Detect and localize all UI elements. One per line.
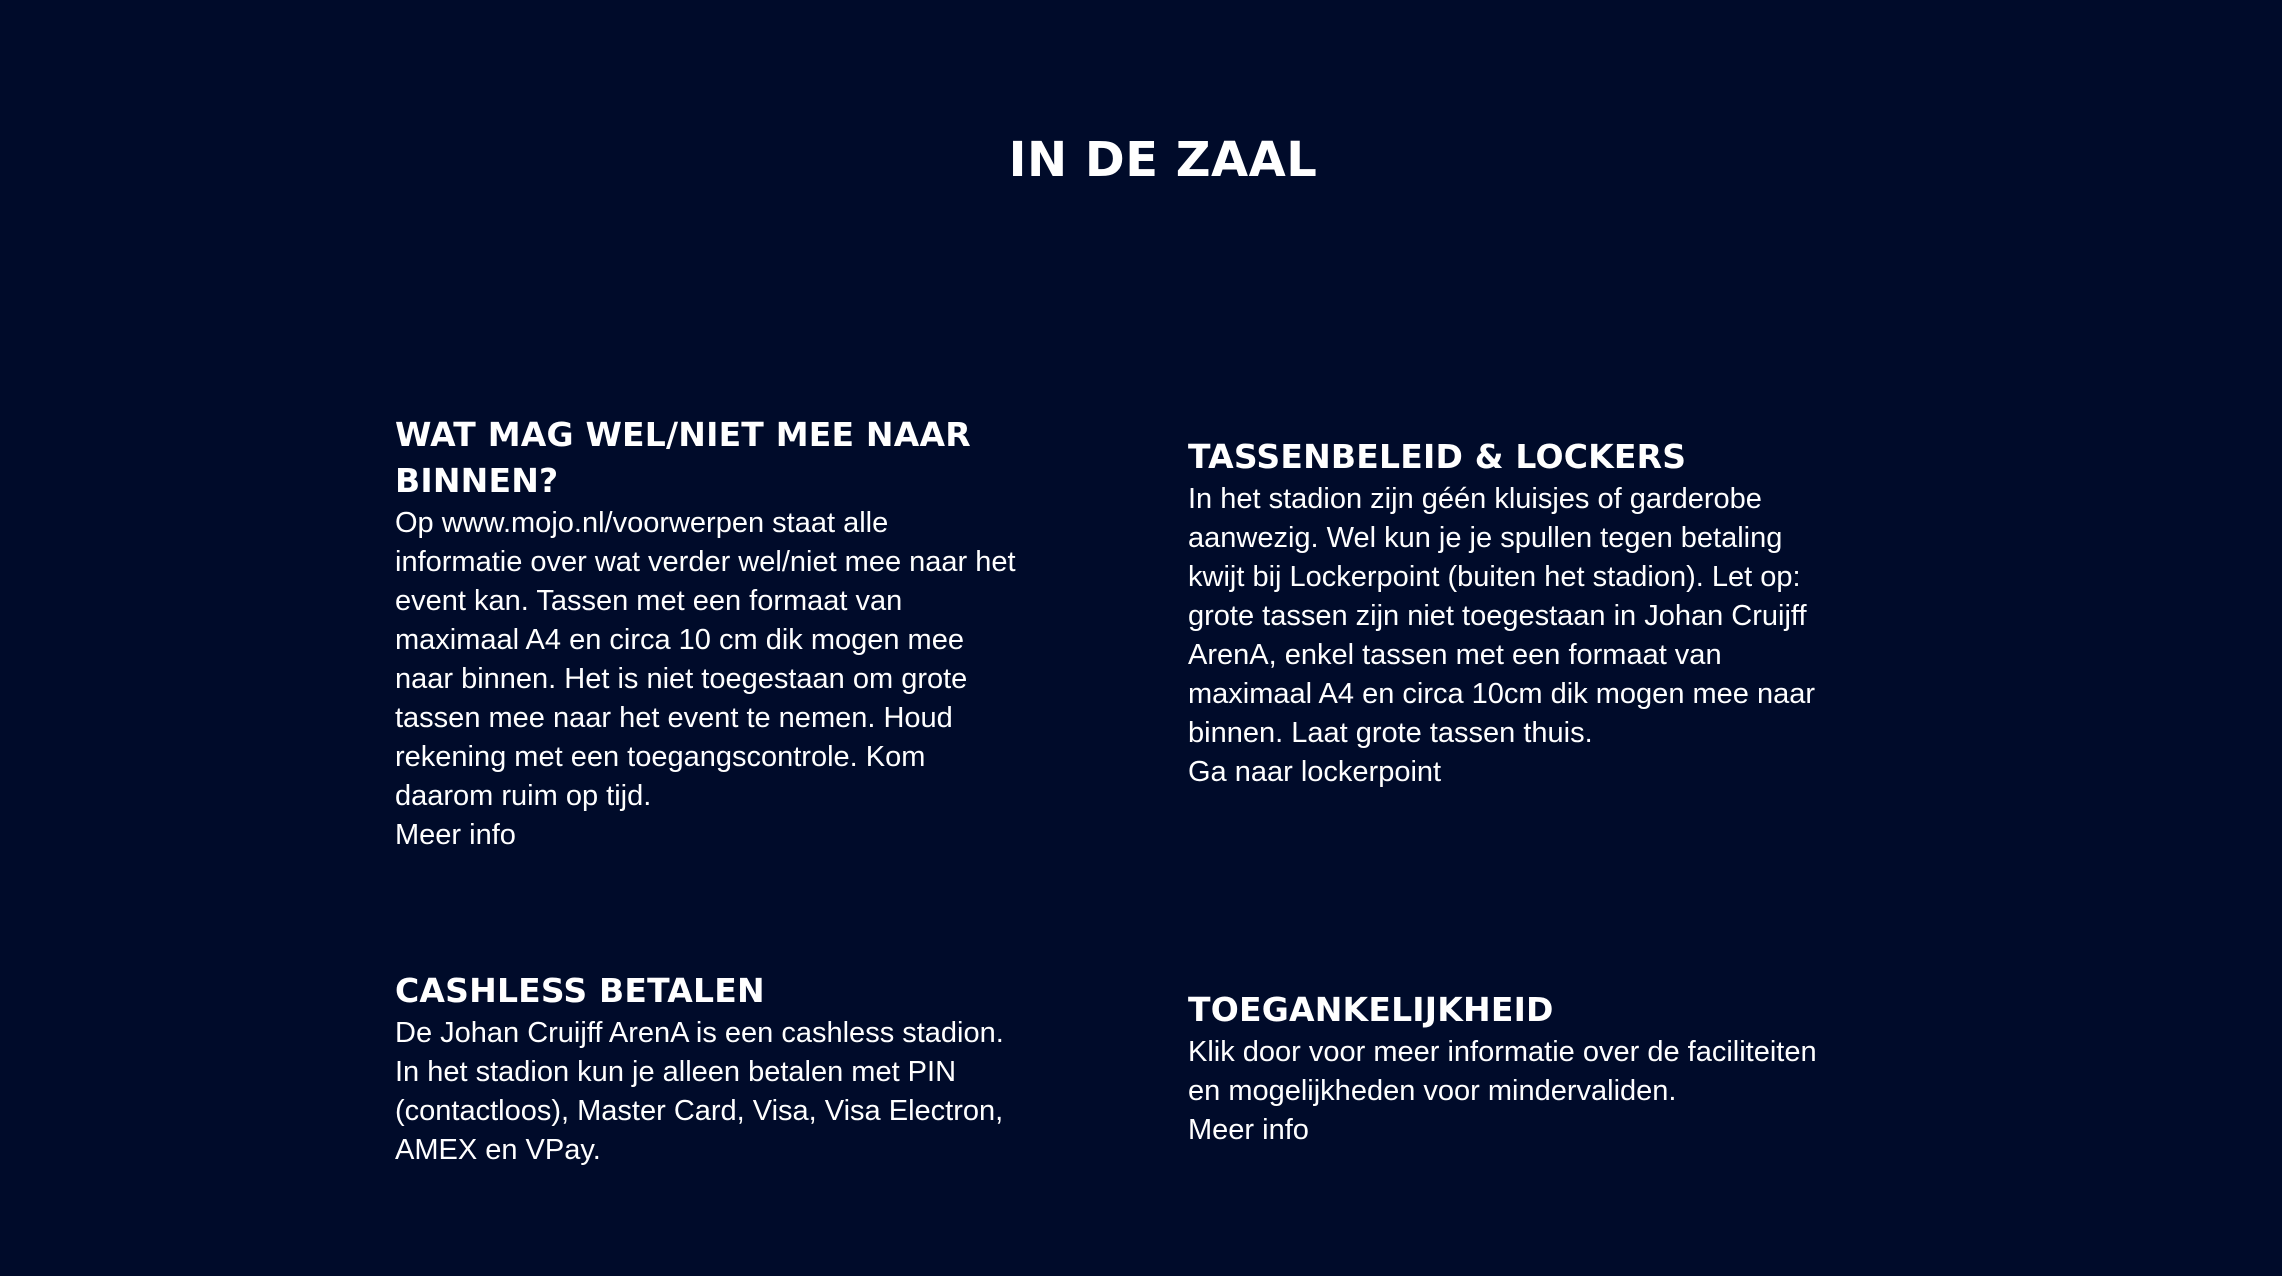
page-title: IN DE ZAAL — [1008, 132, 1318, 188]
section-heading: TASSENBELEID & LOCKERS — [1188, 437, 1687, 476]
section-body: Klik door voor meer informatie over de f… — [1188, 1036, 1817, 1107]
section-body: In het stadion zijn géén kluisjes of gar… — [1188, 483, 1816, 749]
section-heading: WAT MAG WEL/NIET MEE NAAR BINNEN? — [395, 415, 971, 500]
section-body: Op www.mojo.nl/voorwerpen staat alle inf… — [395, 507, 1016, 812]
section-body: De Johan Cruijff ArenA is een cashless s… — [395, 1017, 1004, 1166]
more-info-link[interactable]: Meer info — [395, 816, 1020, 855]
section-heading: CASHLESS BETALEN — [395, 971, 765, 1010]
section-allowed-items: WAT MAG WEL/NIET MEE NAAR BINNEN? Op www… — [395, 412, 1020, 855]
section-bag-policy-lockers: TASSENBELEID & LOCKERS In het stadion zi… — [1188, 434, 1828, 792]
lockerpoint-link[interactable]: Ga naar lockerpoint — [1188, 753, 1828, 792]
section-cashless-payment: CASHLESS BETALEN De Johan Cruijff ArenA … — [395, 968, 1020, 1170]
section-heading: TOEGANKELIJKHEID — [1188, 990, 1554, 1029]
section-accessibility: TOEGANKELIJKHEID Klik door voor meer inf… — [1188, 987, 1828, 1150]
more-info-link[interactable]: Meer info — [1188, 1111, 1828, 1150]
